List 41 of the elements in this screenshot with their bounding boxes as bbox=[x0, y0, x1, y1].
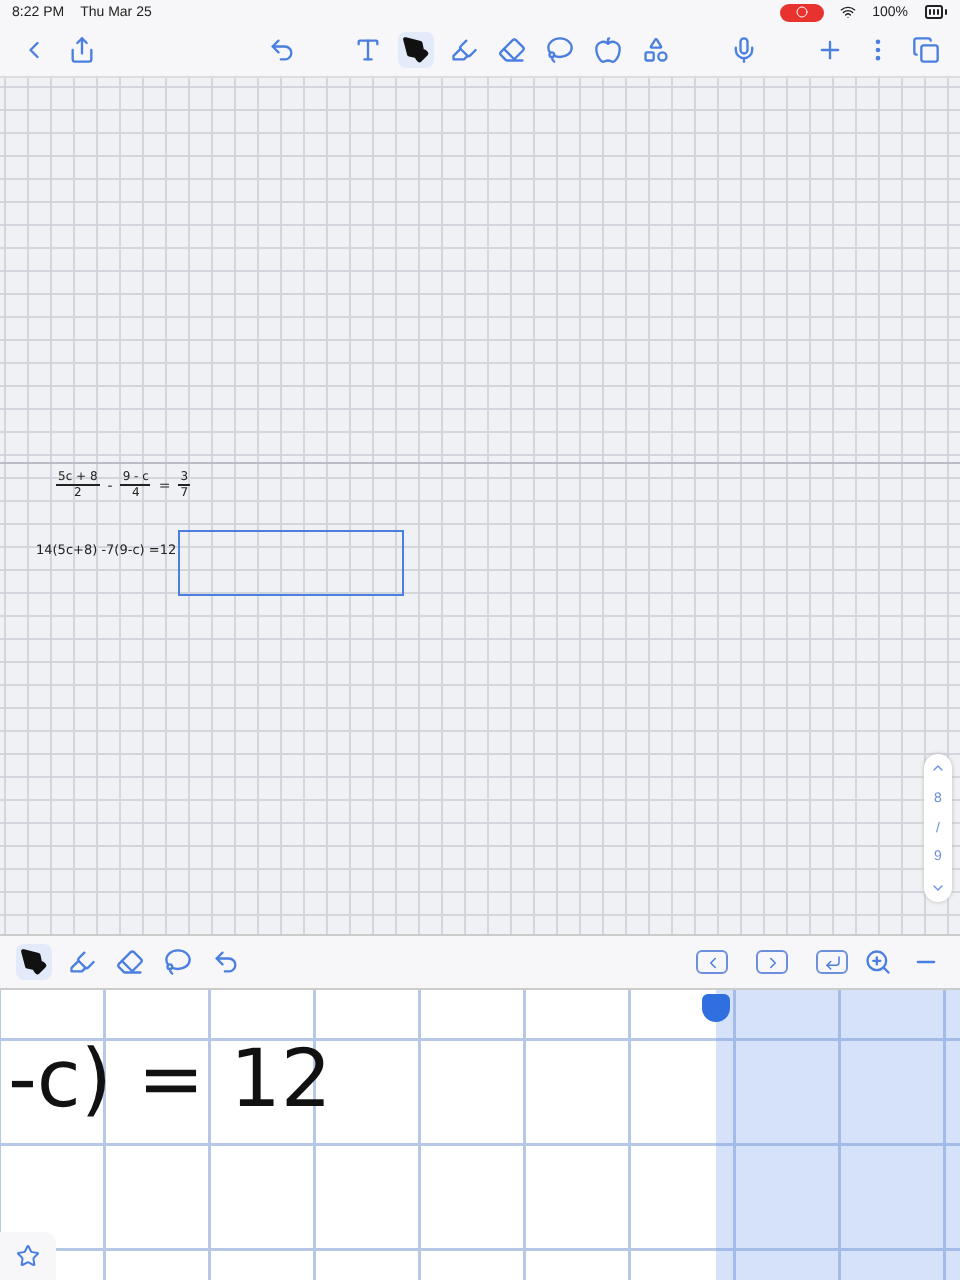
pen-icon bbox=[20, 948, 48, 976]
eraser-tool[interactable] bbox=[112, 944, 148, 980]
undo-icon bbox=[212, 948, 240, 976]
favorite-button[interactable] bbox=[0, 1232, 56, 1280]
handwritten-text: -c) = 12 bbox=[8, 1034, 332, 1126]
pen-icon bbox=[402, 36, 431, 64]
pen-tool[interactable] bbox=[398, 32, 435, 68]
share-icon bbox=[68, 36, 96, 64]
previous-page-icon[interactable] bbox=[930, 760, 946, 776]
margin-handle[interactable] bbox=[702, 994, 730, 1022]
lasso-tool[interactable] bbox=[542, 32, 579, 68]
zoom-in-button[interactable] bbox=[860, 944, 896, 980]
pen-tool[interactable] bbox=[16, 944, 52, 980]
return-icon bbox=[823, 953, 841, 971]
shapes-icon bbox=[642, 36, 671, 64]
new-line-button[interactable] bbox=[816, 950, 848, 974]
eraser-icon bbox=[498, 36, 527, 64]
eraser-tool[interactable] bbox=[494, 32, 531, 68]
lasso-icon bbox=[164, 948, 192, 976]
pages-button[interactable] bbox=[907, 32, 944, 68]
highlighter-icon bbox=[450, 36, 479, 64]
wifi-icon bbox=[840, 4, 857, 20]
highlighter-icon bbox=[68, 948, 96, 976]
battery-icon bbox=[924, 0, 948, 24]
next-page-icon[interactable] bbox=[930, 880, 946, 896]
zoom-writing-area[interactable]: -c) = 12 bbox=[0, 990, 960, 1280]
undo-icon bbox=[268, 36, 296, 64]
apple-tool[interactable] bbox=[590, 32, 627, 68]
lasso-tool[interactable] bbox=[160, 944, 196, 980]
text-tool-icon bbox=[354, 36, 383, 64]
pages-icon bbox=[911, 36, 940, 64]
microphone-icon bbox=[729, 36, 758, 64]
move-left-button[interactable] bbox=[696, 950, 728, 974]
star-icon bbox=[16, 1244, 40, 1268]
apple-icon bbox=[594, 36, 623, 64]
move-right-button[interactable] bbox=[756, 950, 788, 974]
lasso-icon bbox=[546, 36, 575, 64]
plus-icon bbox=[815, 36, 844, 64]
zoom-in-icon bbox=[864, 948, 892, 976]
zoom-window-frame[interactable] bbox=[178, 530, 404, 596]
eraser-icon bbox=[116, 948, 144, 976]
